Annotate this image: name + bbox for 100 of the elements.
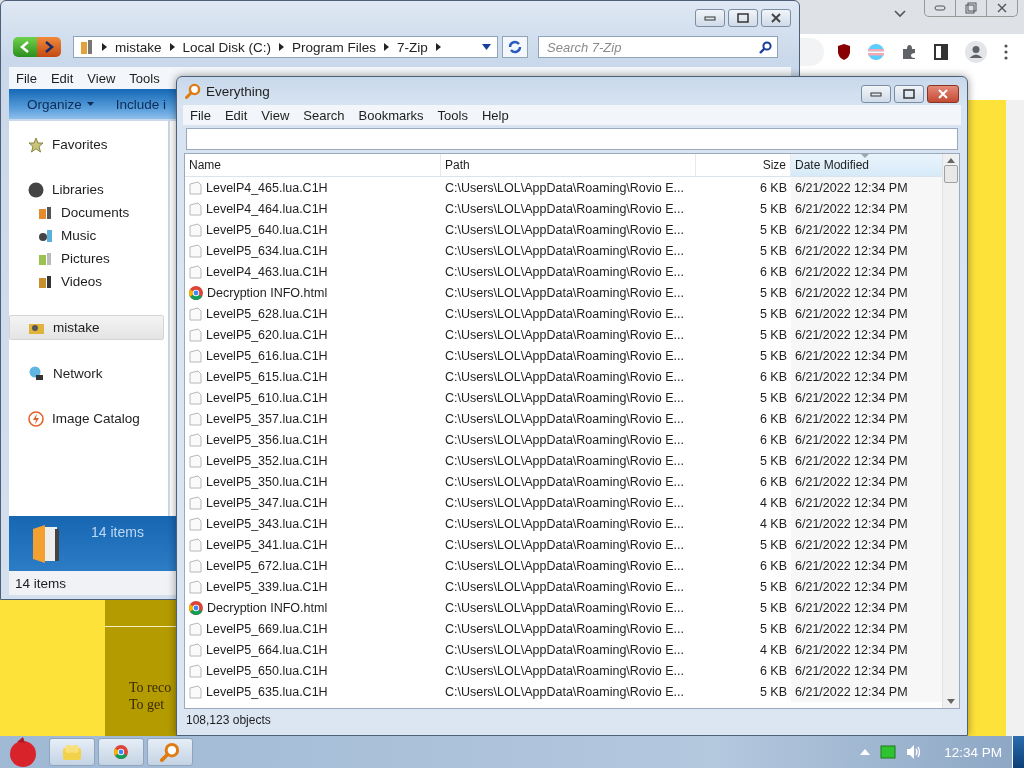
menu-item[interactable]: Help — [474, 107, 516, 123]
file-icon — [189, 537, 202, 552]
refresh-button[interactable] — [502, 36, 528, 58]
file-path: C:\Users\LOL\AppData\Roaming\Rovio E... — [445, 495, 684, 510]
file-icon — [189, 579, 202, 594]
file-size: 6 KB — [759, 369, 787, 384]
menu-item[interactable]: View — [80, 70, 123, 86]
sidebar-item[interactable]: Libraries — [9, 178, 164, 201]
menu-item[interactable]: View — [254, 107, 297, 123]
minimize-icon — [704, 15, 716, 21]
close-button[interactable] — [761, 9, 791, 27]
column-header[interactable]: Name — [185, 154, 441, 176]
magnifier-icon — [185, 83, 201, 99]
menu-item[interactable]: Tools — [430, 107, 475, 123]
column-header[interactable]: Path — [441, 154, 696, 176]
menu-item[interactable]: File — [9, 70, 44, 86]
date-modified: 6/21/2022 12:34 PM — [795, 306, 908, 321]
menu-item[interactable]: Edit — [217, 107, 255, 123]
file-size: 6 KB — [759, 180, 787, 195]
puzzle-icon[interactable] — [901, 44, 917, 60]
library-icon — [28, 181, 44, 198]
scrollbar[interactable] — [1006, 100, 1024, 736]
file-name: LevelP5_635.lua.C1H — [206, 684, 328, 699]
sidebar-item[interactable]: mistake — [9, 315, 164, 340]
file-name: Decryption INFO.html — [207, 285, 328, 300]
scroll-down-icon[interactable] — [947, 699, 955, 704]
chevron-down-icon[interactable] — [894, 10, 906, 18]
breadcrumb-item[interactable]: Local Disk (C:) — [182, 39, 272, 55]
close-icon — [996, 2, 1008, 14]
file-icon — [189, 180, 202, 195]
file-size: 6 KB — [759, 264, 787, 279]
folders-icon — [61, 743, 83, 761]
taskbar-button[interactable] — [98, 738, 144, 766]
back-button[interactable] — [13, 37, 37, 57]
organize-button[interactable]: Organize — [27, 96, 94, 112]
menu-item[interactable]: Search — [296, 107, 352, 123]
file-size: 6 KB — [759, 432, 787, 447]
maximize-button[interactable] — [894, 85, 924, 103]
menu-item[interactable]: File — [183, 107, 218, 123]
breadcrumb-item[interactable]: mistake — [115, 39, 162, 55]
file-icon — [189, 663, 202, 678]
file-path: C:\Users\LOL\AppData\Roaming\Rovio E... — [445, 579, 684, 594]
close-button[interactable] — [927, 85, 959, 103]
scrollbar[interactable] — [942, 154, 959, 708]
file-path: C:\Users\LOL\AppData\Roaming\Rovio E... — [445, 642, 684, 657]
address-bar[interactable]: mistake Local Disk (C:) Program Files 7-Zip — [73, 36, 498, 58]
file-icon — [189, 306, 202, 321]
date-modified: 6/21/2022 12:34 PM — [795, 516, 908, 531]
file-name: LevelP5_669.lua.C1H — [206, 621, 328, 636]
videos-icon — [38, 274, 53, 289]
menu-item[interactable]: Edit — [43, 70, 81, 86]
sidebar-item[interactable]: Pictures — [9, 247, 164, 270]
breadcrumb-item[interactable]: 7-Zip — [397, 39, 428, 55]
minimize-button[interactable] — [695, 9, 725, 27]
date-modified: 6/21/2022 12:34 PM — [795, 642, 908, 657]
documents-icon — [38, 205, 53, 220]
show-desktop-button[interactable] — [1012, 736, 1024, 768]
file-name: LevelP4_465.lua.C1H — [206, 180, 328, 195]
sidebar-item[interactable]: Favorites — [9, 133, 164, 156]
minimize-button[interactable] — [861, 85, 891, 103]
file-size: 5 KB — [759, 285, 787, 300]
file-path: C:\Users\LOL\AppData\Roaming\Rovio E... — [445, 264, 684, 279]
maximize-button[interactable] — [728, 9, 758, 27]
taskbar-button[interactable] — [147, 738, 193, 766]
speaker-icon[interactable] — [906, 744, 923, 760]
toolbar-button[interactable]: Include i — [115, 96, 167, 112]
profile-icon[interactable] — [965, 41, 987, 63]
search-field[interactable] — [186, 128, 958, 150]
search-field[interactable]: Search 7-Zip — [538, 36, 778, 58]
file-size: 5 KB — [759, 222, 787, 237]
scroll-thumb[interactable] — [944, 165, 958, 183]
file-size: 4 KB — [759, 642, 787, 657]
scroll-up-icon[interactable] — [947, 158, 955, 163]
star-icon — [28, 136, 44, 153]
more-icon[interactable] — [1004, 44, 1008, 60]
sidebar-item[interactable]: Network — [9, 362, 164, 385]
sort-arrow-icon — [861, 154, 869, 158]
sidebar-icon[interactable] — [934, 44, 948, 60]
dropdown-icon[interactable] — [482, 44, 491, 50]
sidebar-item[interactable]: Videos — [9, 270, 164, 293]
sidebar-item[interactable]: Documents — [9, 201, 164, 224]
taskbar-button[interactable] — [49, 738, 95, 766]
file-name: LevelP5_664.lua.C1H — [206, 642, 328, 657]
status-text: 108,123 objects — [186, 713, 271, 727]
date-modified: 6/21/2022 12:34 PM — [795, 348, 908, 363]
date-modified: 6/21/2022 12:34 PM — [795, 411, 908, 426]
menu-item[interactable]: Tools — [122, 70, 167, 86]
file-name: LevelP5_640.lua.C1H — [206, 222, 328, 237]
page-text: To reco — [129, 680, 172, 696]
sidebar-item[interactable]: Image Catalog — [9, 407, 164, 430]
forward-button[interactable] — [37, 37, 61, 57]
maximize-icon — [903, 89, 915, 99]
file-path: C:\Users\LOL\AppData\Roaming\Rovio E... — [445, 516, 684, 531]
file-icon — [189, 642, 202, 657]
menu-item[interactable]: Bookmarks — [351, 107, 431, 123]
date-modified: 6/21/2022 12:34 PM — [795, 537, 908, 552]
shield-icon[interactable] — [837, 44, 851, 60]
sidebar-item[interactable]: Music — [9, 224, 164, 247]
column-header[interactable]: Date Modified — [791, 154, 942, 176]
breadcrumb-item[interactable]: Program Files — [292, 39, 377, 55]
